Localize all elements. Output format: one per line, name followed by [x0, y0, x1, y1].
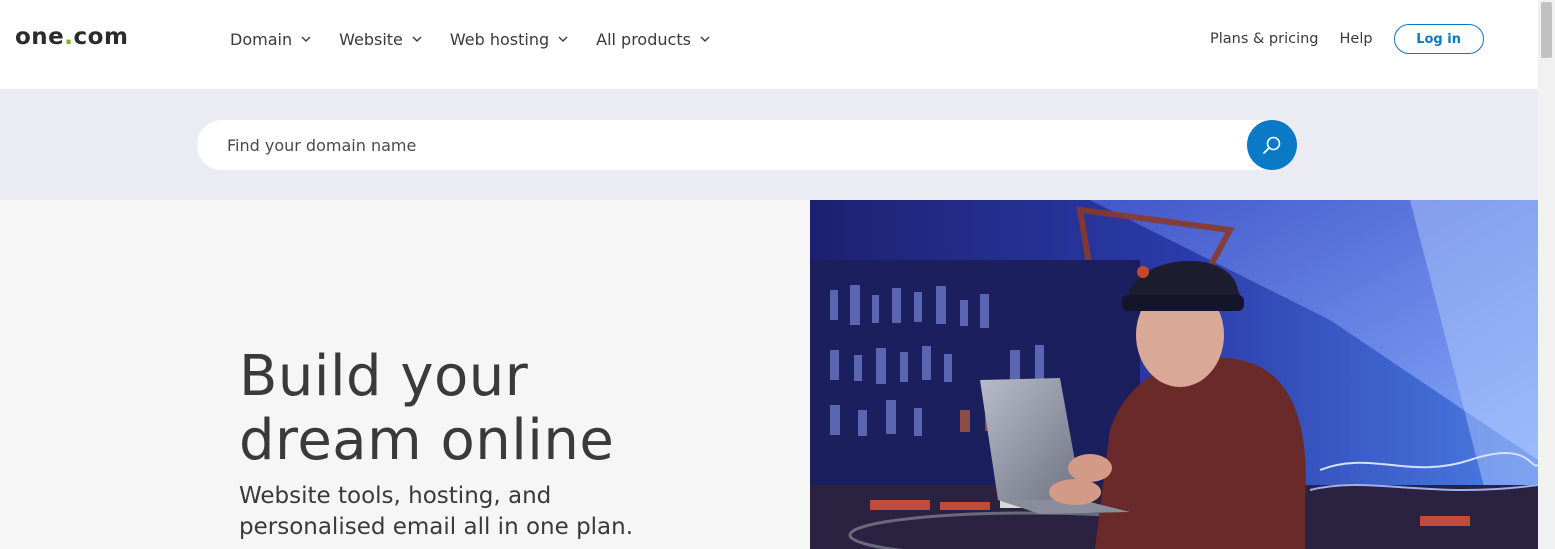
- hero-text-panel: Build your dream online Website tools, h…: [0, 200, 810, 549]
- nav-item-domain[interactable]: Domain: [230, 28, 312, 50]
- utility-nav: Plans & pricing Help Log in: [1210, 24, 1484, 54]
- logo-dot: .: [64, 24, 74, 50]
- nav-item-website[interactable]: Website: [339, 28, 423, 50]
- nav-item-label: Website: [339, 29, 403, 49]
- nav-item-web-hosting[interactable]: Web hosting: [450, 28, 569, 50]
- hero-subtitle-line: Website tools, hosting, and: [239, 483, 552, 509]
- nav-item-label: Domain: [230, 29, 293, 49]
- hero-title-line: Build your: [239, 344, 529, 409]
- scrollbar-thumb[interactable]: [1541, 2, 1552, 58]
- domain-search-band: [0, 89, 1538, 200]
- chevron-down-icon: [412, 36, 422, 42]
- hero-subtitle: Website tools, hosting, and personalised…: [239, 481, 633, 543]
- chevron-down-icon: [700, 36, 710, 42]
- login-button[interactable]: Log in: [1393, 24, 1484, 54]
- logo[interactable]: one.com: [15, 24, 128, 50]
- main-nav: Domain Website Web hosting All products: [230, 28, 711, 50]
- hero-subtitle-line: personalised email all in one plan.: [239, 514, 634, 540]
- plans-pricing-link[interactable]: Plans & pricing: [1210, 31, 1319, 47]
- site-header: one.com Domain Website Web hosting All p…: [0, 0, 1538, 88]
- hero-title: Build your dream online: [239, 345, 614, 473]
- nav-item-all-products[interactable]: All products: [596, 28, 711, 50]
- logo-suffix: com: [73, 24, 129, 50]
- domain-search-box: [197, 120, 1297, 170]
- chevron-down-icon: [558, 36, 568, 42]
- nav-item-label: Web hosting: [449, 29, 550, 49]
- hero-title-line: dream online: [239, 408, 615, 473]
- chevron-down-icon: [301, 36, 311, 42]
- page-scrollbar[interactable]: [1538, 0, 1555, 549]
- help-link[interactable]: Help: [1340, 31, 1373, 47]
- logo-prefix: one: [15, 24, 65, 50]
- hero-photo-illustration: [810, 200, 1538, 549]
- search-icon: [1263, 136, 1281, 154]
- search-button[interactable]: [1247, 120, 1297, 170]
- domain-search-input[interactable]: [197, 120, 1237, 170]
- hero-photo: [810, 200, 1538, 549]
- nav-item-label: All products: [596, 29, 691, 49]
